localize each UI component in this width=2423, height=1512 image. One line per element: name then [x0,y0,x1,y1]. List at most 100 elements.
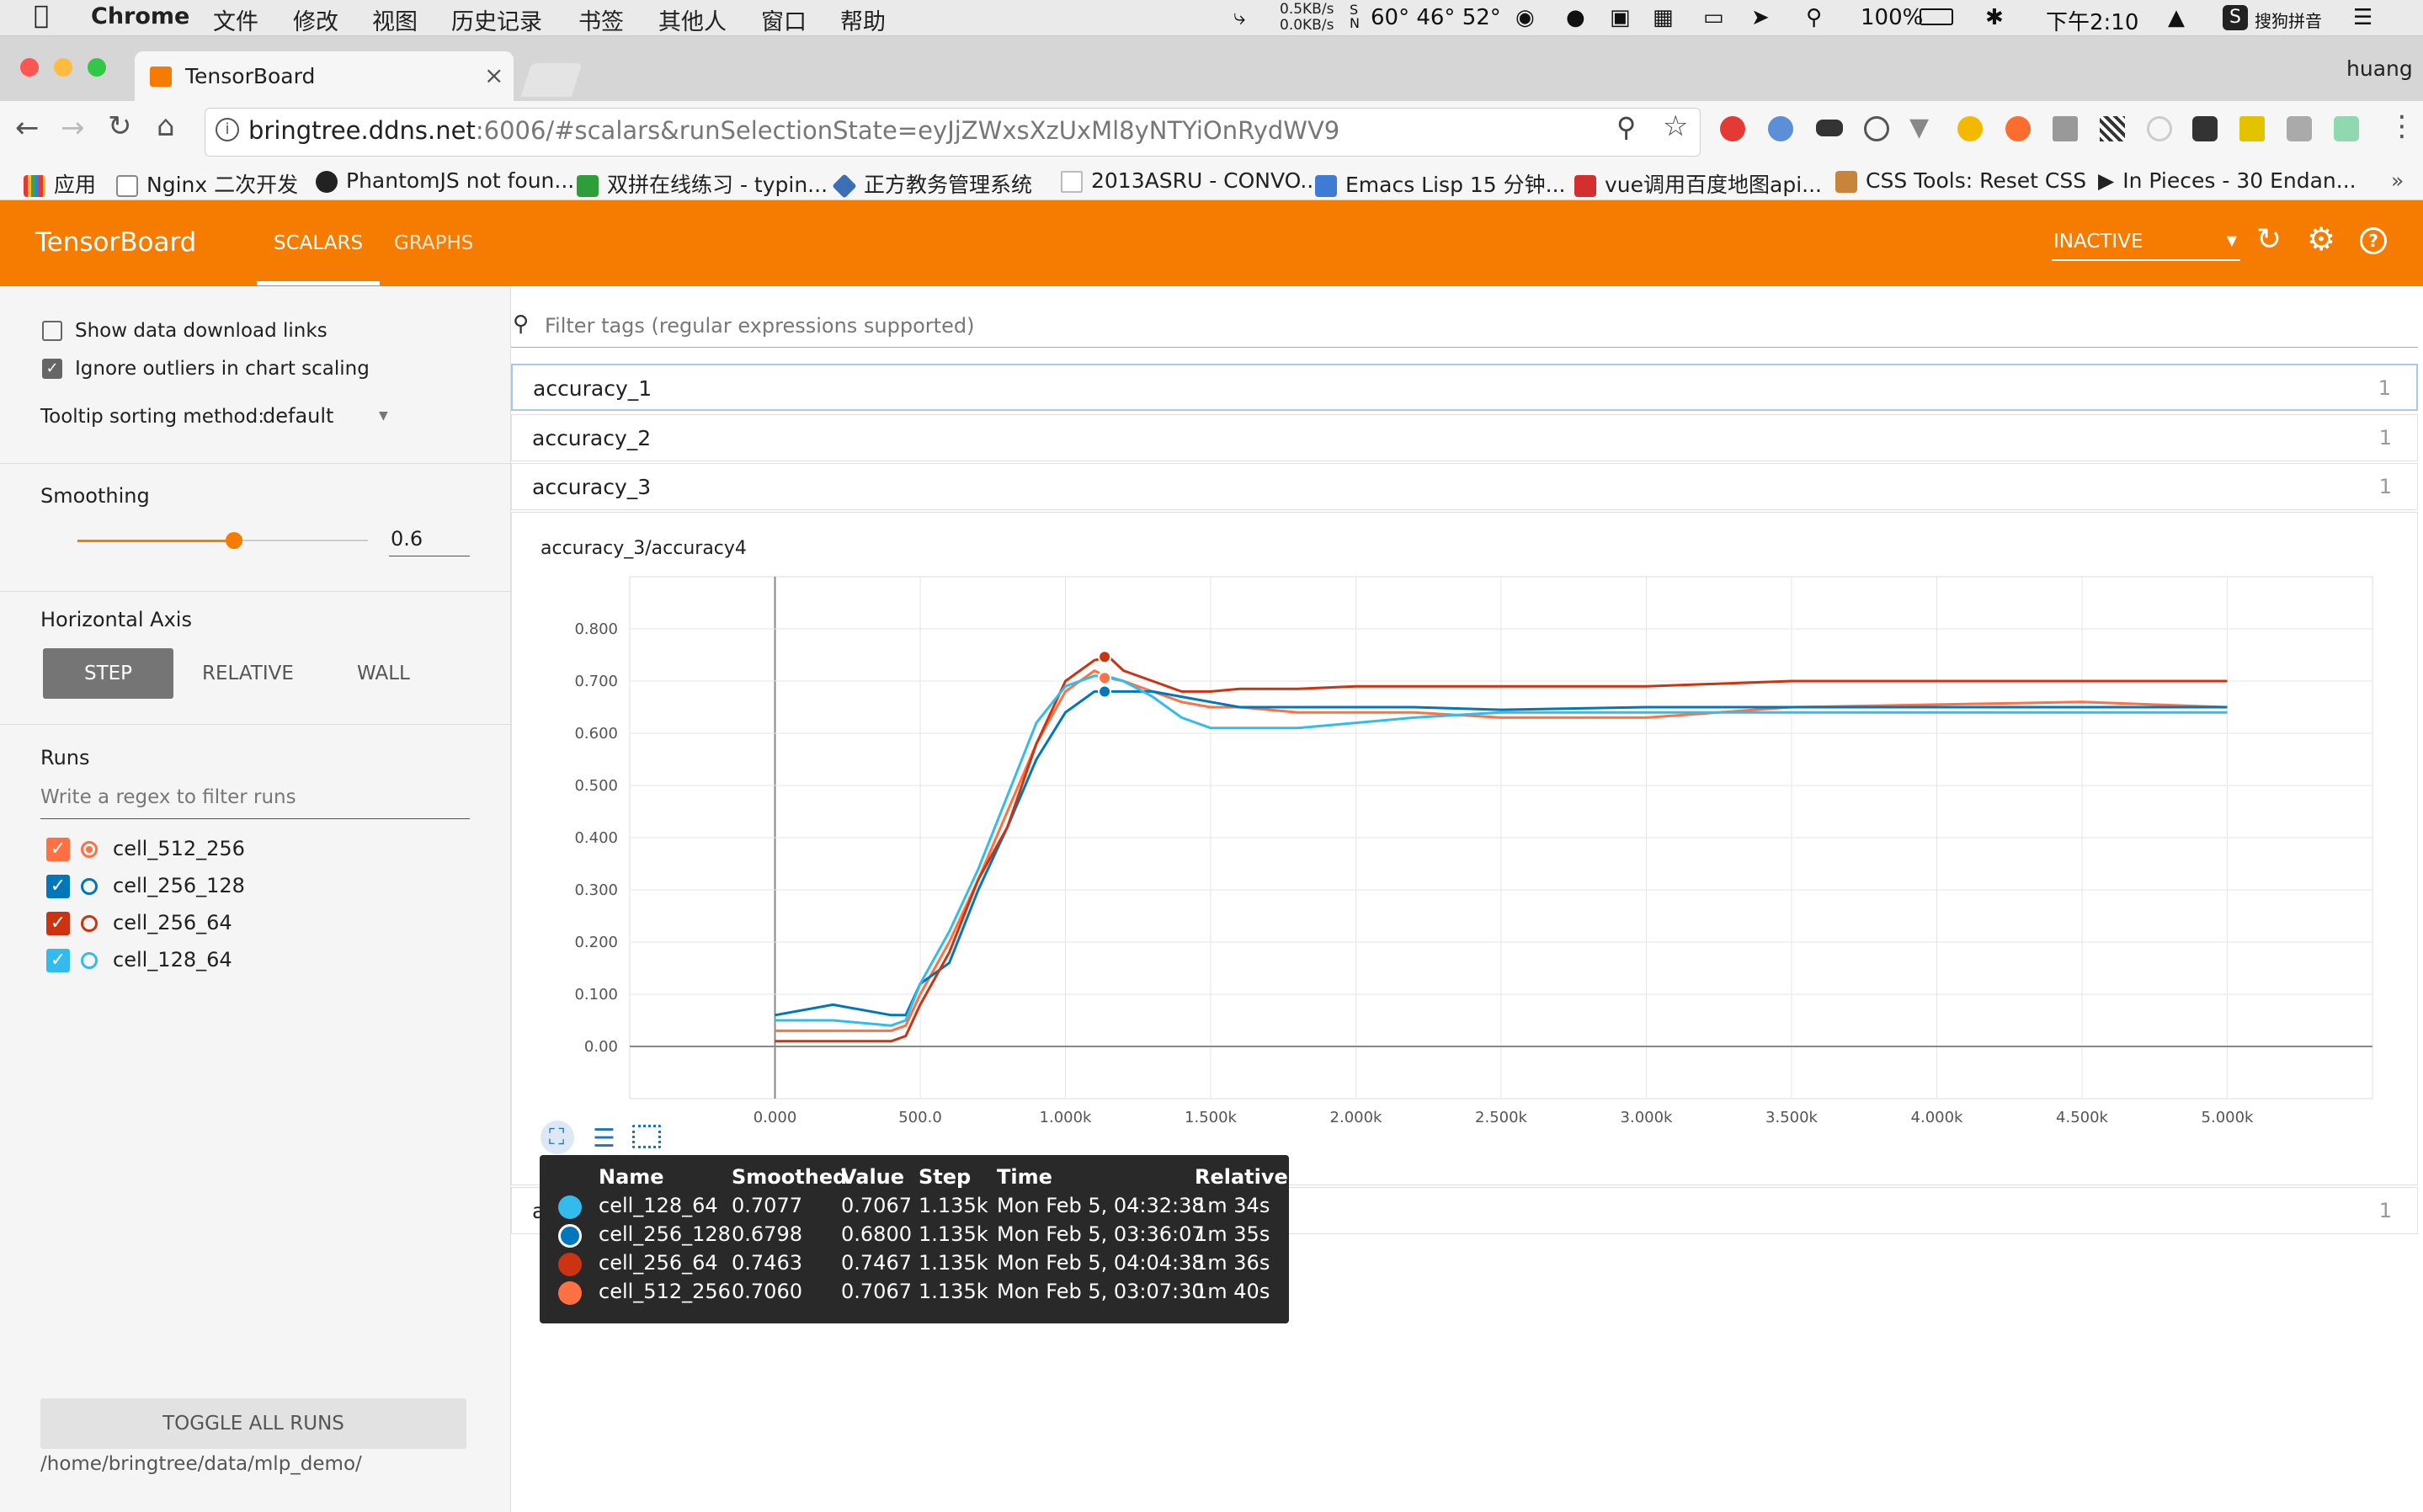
show-download-checkbox[interactable] [42,321,62,341]
clock[interactable]: 下午2:10 [2046,5,2138,36]
reload-icon[interactable]: ↻ [108,109,132,143]
jetbrains-extension-icon[interactable] [2053,116,2078,141]
tag-filter-input[interactable]: ⚲ Filter tags (regular expressions suppo… [511,303,2418,348]
tab-graphs[interactable]: GRAPHS [394,232,473,254]
send-icon[interactable]: ➤ [1751,5,1770,30]
extension-dark-icon[interactable] [2192,116,2218,141]
bookmark-shuangpin[interactable]: 双拼在线练习 - typin... [577,168,828,199]
bookmark-jiaowu[interactable]: 正方教务管理系统 [832,168,1032,199]
extension-orange-icon[interactable] [2005,116,2031,141]
status-dropdown[interactable]: INACTIVE ▼ [2052,224,2240,261]
spotlight-search-icon[interactable]: ⚲ [1806,5,1822,30]
extension-tool-icon[interactable] [1864,116,1889,141]
extension-yellow-icon[interactable] [2239,116,2265,141]
menu-history[interactable]: 历史记录 [451,3,542,36]
extension-ring-icon[interactable] [2147,116,2172,141]
qq-icon[interactable]: ● [1566,5,1585,30]
close-window-button[interactable] [20,58,39,77]
opera-extension-icon[interactable] [1720,116,1745,141]
axis-wall-button[interactable]: WALL [357,663,410,684]
bookmark-emacs-lisp[interactable]: Emacs Lisp 15 分钟... [1315,168,1566,199]
menu-people[interactable]: 其他人 [658,3,727,36]
menu-chrome[interactable]: Chrome [91,3,189,29]
bookmark-in-pieces[interactable]: ▶ In Pieces - 30 Endan... [2098,168,2356,193]
smoothing-slider-handle[interactable] [226,532,243,549]
battery-icon[interactable] [1920,8,1953,25]
run-checkbox-cell-256-64[interactable]: ✓ [46,912,70,935]
run-checkbox-cell-128-64[interactable]: ✓ [46,949,70,972]
qr-code-icon[interactable] [2100,116,2125,141]
fit-to-data-icon[interactable] [632,1125,661,1148]
bookmark-css-tools[interactable]: CSS Tools: Reset CSS [1835,168,2086,193]
chrome-menu-icon[interactable]: ⋮ [2388,109,2416,143]
tab-scalars[interactable]: SCALARS [274,232,363,254]
bookmark-vue-map[interactable]: vue调用百度地图api... [1574,168,1822,199]
extension-audio-icon[interactable] [2334,116,2359,141]
bookmark-asru[interactable]: 2013ASRU - CONVO... [1061,168,1320,193]
run-color-radio-cell-128-64[interactable] [81,952,98,969]
extension-moon-icon[interactable] [1957,116,1983,141]
temperatures[interactable]: 60° 46° 52° [1371,5,1501,30]
extension-grey-icon[interactable] [2287,116,2312,141]
tag-group-accuracy-1[interactable]: accuracy_1 1 [511,364,2418,411]
extension-globe-icon[interactable] [1768,116,1793,141]
menu-help[interactable]: 帮助 [840,3,886,36]
vue-devtools-icon[interactable]: ▼ [1909,113,1929,142]
refresh-icon[interactable]: ↻ [2256,222,2282,257]
tool-icon[interactable]: ⤷ [1233,5,1246,31]
browser-tab[interactable]: TensorBoard × [135,51,514,101]
menu-edit[interactable]: 修改 [293,3,338,36]
tag-group-accuracy-2[interactable]: accuracy_2 1 [511,414,2418,461]
run-label-cell-256-64: cell_256_64 [113,911,232,934]
info-icon[interactable]: i [216,118,239,141]
new-tab-button[interactable] [520,63,583,97]
toggle-log-scale-icon[interactable]: ☰ [593,1124,615,1153]
sogou-icon[interactable]: S [2223,5,2248,30]
wifi-icon[interactable]: ▲ [2168,5,2185,30]
bookmark-phantomjs[interactable]: PhantomJS not foun... [316,168,574,193]
forward-icon[interactable]: → [61,111,85,145]
back-icon[interactable]: ← [15,111,40,145]
zoom-icon[interactable]: ⚲ [1616,111,1636,143]
toggle-all-runs-button[interactable]: TOGGLE ALL RUNS [40,1398,466,1449]
menu-bookmarks[interactable]: 书签 [578,3,624,36]
extension-mask-icon[interactable] [1816,120,1843,136]
wechat-icon[interactable]: ◉ [1515,5,1535,30]
docker-icon[interactable]: ▦ [1653,5,1674,30]
gear-icon[interactable]: ⚙ [2307,221,2335,258]
menu-view[interactable]: 视图 [372,3,418,36]
run-color-radio-cell-256-128[interactable] [81,878,98,895]
run-checkbox-cell-256-128[interactable]: ✓ [46,875,70,898]
home-icon[interactable]: ⌂ [157,109,175,143]
smoothing-input[interactable]: 0.6 [389,524,470,556]
notification-list-icon[interactable]: ☰ [2353,5,2372,30]
ime-label[interactable]: 搜狗拼音 [2255,8,2322,32]
axis-relative-button[interactable]: RELATIVE [202,663,294,684]
menu-window[interactable]: 窗口 [761,3,807,36]
url-text[interactable]: bringtree.ddns.net:6006/#scalars&runSele… [248,116,1339,145]
profile-name[interactable]: huang [2346,56,2413,81]
ignore-outliers-checkbox[interactable]: ✓ [42,359,62,379]
menu-file[interactable]: 文件 [213,3,258,36]
run-color-radio-cell-512-256[interactable] [81,841,98,858]
axis-step-button[interactable]: STEP [43,648,173,699]
line-chart[interactable]: 0.000 500.0 1.000k 1.500k 2.000k 2.500k 3.000k… [512,513,2417,1185]
bookmark-apps[interactable]: 应用 [24,168,96,199]
tooltip-sort-dropdown[interactable]: default ▼ [263,402,397,433]
run-color-radio-cell-256-64[interactable] [81,915,98,932]
close-tab-icon[interactable]: × [484,61,503,89]
airplay-icon[interactable]: ▭ [1703,5,1724,30]
apple-icon[interactable]:  [34,1,49,30]
minimize-window-button[interactable] [54,58,72,77]
zoom-window-button[interactable] [88,58,106,77]
tag-group-accuracy-3[interactable]: accuracy_3 1 [511,463,2418,510]
bookmark-star-icon[interactable]: ☆ [1663,109,1688,143]
runs-filter-input[interactable]: Write a regex to filter runs [40,783,470,819]
display-icon[interactable]: ▣ [1610,5,1631,30]
more-bookmarks-icon[interactable]: » [2391,168,2404,193]
run-checkbox-cell-512-256[interactable]: ✓ [46,838,70,861]
bookmark-folder-nginx[interactable]: Nginx 二次开发 [116,168,298,199]
help-icon[interactable]: ? [2360,227,2387,254]
smoothing-slider-track[interactable] [77,532,368,549]
bluetooth-icon[interactable]: ✱ [1985,5,2004,30]
